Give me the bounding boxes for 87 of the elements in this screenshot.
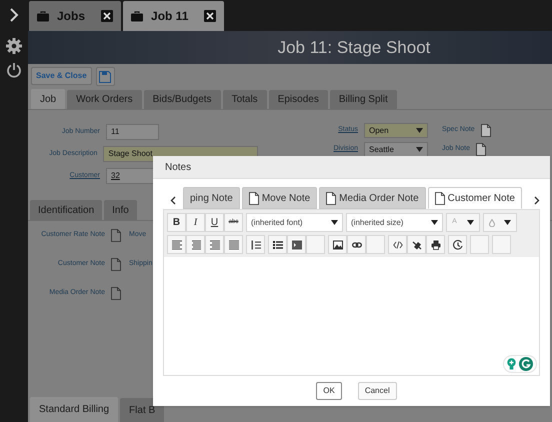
save-button[interactable] xyxy=(96,67,115,86)
job-tab[interactable]: Billing Split xyxy=(330,90,397,109)
format-button[interactable]: B xyxy=(167,213,186,232)
bullet-list-button[interactable] xyxy=(268,235,287,254)
billing-tab[interactable]: Flat B xyxy=(120,398,164,422)
close-icon[interactable] xyxy=(204,10,216,22)
link-icon xyxy=(352,240,362,250)
fill-color-button[interactable] xyxy=(483,213,517,232)
document-icon xyxy=(111,258,121,271)
clear-format-button[interactable] xyxy=(407,235,426,254)
document-icon xyxy=(111,287,121,300)
billing-tab[interactable]: Standard Billing xyxy=(30,397,118,422)
tab-label: Media Order Note xyxy=(339,192,419,206)
caret-icon xyxy=(416,147,423,152)
link-button[interactable] xyxy=(347,235,366,254)
caret-icon xyxy=(431,220,438,225)
printer-icon xyxy=(430,240,440,250)
drop-icon xyxy=(488,218,495,226)
dropdown[interactable]: Open xyxy=(364,123,428,138)
document-icon xyxy=(248,192,259,204)
grammarly-icon[interactable] xyxy=(519,357,533,371)
bullet-list-icon xyxy=(272,240,282,250)
image-button[interactable] xyxy=(328,235,347,254)
font-dropdown[interactable]: (inherited font) xyxy=(246,213,343,232)
align-icon xyxy=(172,240,182,250)
align-button[interactable] xyxy=(205,235,224,254)
job-tab[interactable]: Work Orders xyxy=(67,90,142,109)
code-icon xyxy=(392,240,402,250)
align-icon xyxy=(190,240,200,250)
tab-label: Customer Note xyxy=(448,192,515,206)
section-tab[interactable]: Info xyxy=(104,200,137,220)
job-tab[interactable]: Job xyxy=(31,89,66,109)
window-tab[interactable]: Job 11 xyxy=(123,1,224,31)
indent-icon xyxy=(292,240,302,250)
chevron-left-icon[interactable] xyxy=(170,196,176,205)
note-tab[interactable]: ping Note xyxy=(183,187,240,209)
source-code-button[interactable] xyxy=(388,235,407,254)
document-icon xyxy=(111,229,121,242)
note-tab[interactable]: Move Note xyxy=(242,187,318,209)
tab-label: Move Note xyxy=(262,192,310,206)
window-tab[interactable]: Jobs xyxy=(29,1,122,31)
print-button[interactable] xyxy=(426,235,445,254)
note-tab[interactable]: Customer Note xyxy=(428,187,522,209)
caret-icon xyxy=(466,220,474,225)
caret-icon xyxy=(504,220,512,225)
ordered-list-icon xyxy=(250,240,260,250)
size-dropdown[interactable]: (inherited size) xyxy=(346,213,443,232)
document-icon xyxy=(434,192,445,204)
ordered-list-button[interactable] xyxy=(246,235,265,254)
job-tab[interactable]: Episodes xyxy=(268,90,328,109)
format-button[interactable]: I xyxy=(186,213,205,232)
power-icon[interactable] xyxy=(6,62,22,78)
align-button[interactable] xyxy=(224,235,243,254)
image-icon xyxy=(332,240,342,250)
align-icon xyxy=(228,240,238,250)
section-tab[interactable]: Identification xyxy=(30,200,102,220)
document-icon xyxy=(326,192,336,204)
document-icon xyxy=(480,124,491,137)
close-icon[interactable] xyxy=(101,10,114,22)
briefcase-icon xyxy=(37,10,49,22)
tab-label: ping Note xyxy=(190,192,233,206)
cancel-button[interactable]: Cancel xyxy=(358,382,397,400)
chevron-right-icon[interactable] xyxy=(534,196,540,205)
align-button[interactable] xyxy=(167,235,186,254)
dropdown[interactable]: Seattle xyxy=(364,142,428,157)
align-icon xyxy=(210,240,220,250)
eraser-icon xyxy=(412,240,422,250)
briefcase-icon xyxy=(131,10,144,22)
job-tab[interactable]: Bids/Budgets xyxy=(144,90,221,109)
dialog-title: Notes xyxy=(165,160,192,174)
align-button[interactable] xyxy=(186,235,205,254)
tab-label: Job 11 xyxy=(151,8,188,25)
text-field[interactable]: 11 xyxy=(106,124,159,140)
job-tab[interactable]: Totals xyxy=(222,90,267,109)
caret-icon xyxy=(416,128,423,133)
lightbulb-icon[interactable] xyxy=(507,358,516,370)
page-title: Job 11: Stage Shoot xyxy=(278,36,430,59)
tab-label: Jobs xyxy=(57,8,86,25)
format-button[interactable]: U xyxy=(205,213,224,232)
indent-button[interactable] xyxy=(287,235,306,254)
gear-icon[interactable] xyxy=(6,38,22,54)
clock-icon xyxy=(452,240,462,250)
note-tab[interactable]: Media Order Note xyxy=(319,187,426,209)
caret-icon xyxy=(331,220,338,225)
history-button[interactable] xyxy=(448,235,467,254)
document-icon xyxy=(476,143,486,156)
ok-button[interactable]: OK xyxy=(316,382,342,400)
